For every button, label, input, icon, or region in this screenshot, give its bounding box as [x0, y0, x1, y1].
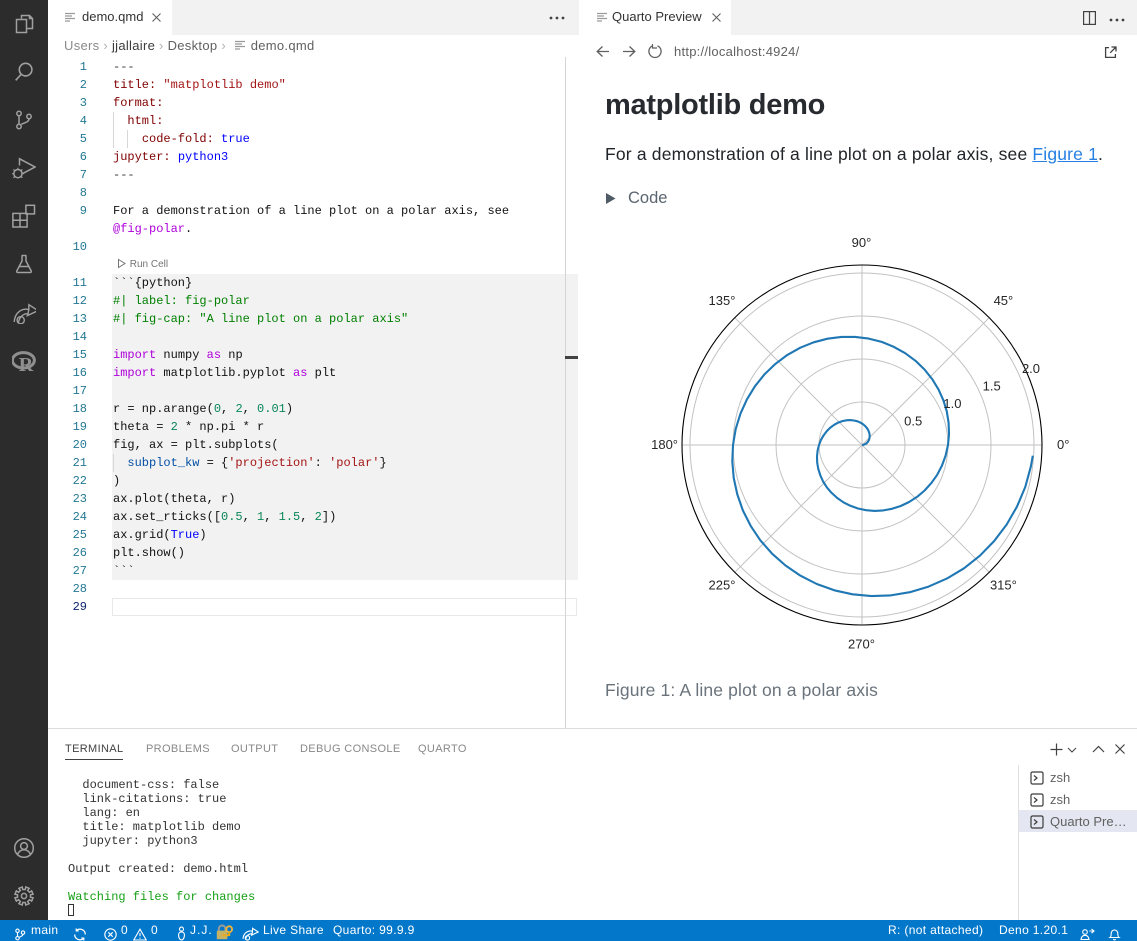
svg-text:1.5: 1.5: [983, 379, 1001, 394]
svg-text:R: R: [19, 354, 34, 372]
svg-text:1.0: 1.0: [943, 396, 961, 411]
svg-text:90°: 90°: [852, 235, 872, 250]
svg-text:2.0: 2.0: [1022, 361, 1040, 376]
svg-text:0°: 0°: [1057, 437, 1069, 452]
svg-text:0.5: 0.5: [904, 414, 922, 429]
svg-text:45°: 45°: [994, 293, 1014, 308]
svg-text:315°: 315°: [990, 577, 1017, 592]
svg-text:180°: 180°: [651, 437, 678, 452]
svg-text:225°: 225°: [709, 577, 736, 592]
svg-text:135°: 135°: [709, 293, 736, 308]
svg-text:270°: 270°: [848, 636, 875, 651]
